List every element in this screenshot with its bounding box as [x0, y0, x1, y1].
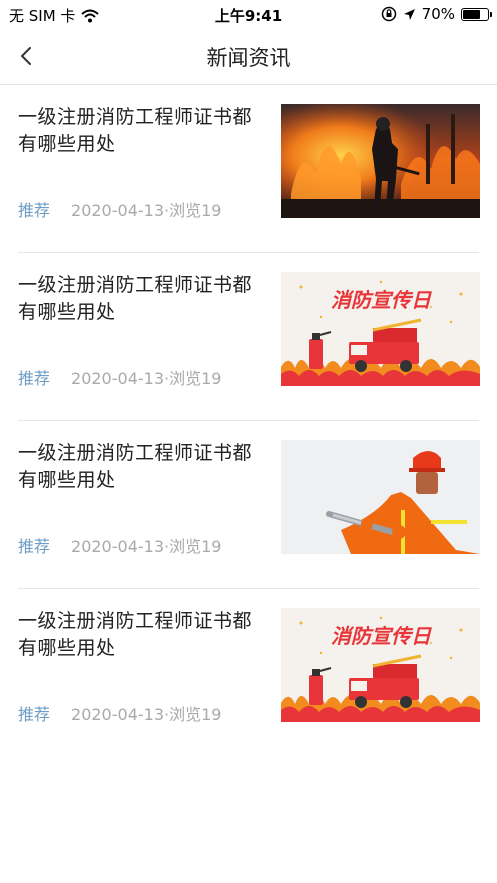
news-item[interactable]: 一级注册消防工程师证书都有哪些用处 推荐 2020-04-13·浏览19 消防宣…	[0, 253, 497, 421]
news-meta: 推荐 2020-04-13·浏览19	[18, 197, 221, 221]
news-title[interactable]: 一级注册消防工程师证书都有哪些用处	[18, 608, 268, 662]
status-right: 70%	[381, 5, 492, 23]
fire-safety-day-banner: 消防宣传日	[281, 608, 480, 722]
news-tag[interactable]: 推荐	[18, 701, 50, 725]
news-tag[interactable]: 推荐	[18, 533, 50, 557]
news-date-views: 2020-04-13·浏览19	[71, 369, 222, 388]
fire-safety-day-banner: 消防宣传日	[281, 272, 480, 386]
news-list: 一级注册消防工程师证书都有哪些用处 推荐 2020-04-13·浏览19 一级注…	[0, 85, 497, 757]
orientation-lock-icon	[381, 6, 396, 22]
firefighter-hose-photo	[281, 440, 480, 554]
news-title[interactable]: 一级注册消防工程师证书都有哪些用处	[18, 272, 268, 326]
news-meta: 推荐 2020-04-13·浏览19	[18, 701, 221, 725]
news-item[interactable]: 一级注册消防工程师证书都有哪些用处 推荐 2020-04-13·浏览19	[0, 421, 497, 589]
news-tag[interactable]: 推荐	[18, 197, 50, 221]
status-bar: 无 SIM 卡 上午9:41 70%	[0, 0, 497, 28]
nav-bar: 新闻资讯	[0, 28, 497, 85]
firefighter-flames-photo	[281, 104, 480, 218]
news-title[interactable]: 一级注册消防工程师证书都有哪些用处	[18, 440, 268, 494]
news-date-views: 2020-04-13·浏览19	[71, 537, 222, 556]
battery-percent: 70%	[421, 5, 455, 23]
banner-text: 消防宣传日	[331, 624, 432, 648]
news-thumbnail[interactable]: 消防宣传日	[281, 272, 480, 386]
news-item[interactable]: 一级注册消防工程师证书都有哪些用处 推荐 2020-04-13·浏览19	[0, 85, 497, 253]
news-thumbnail[interactable]: 消防宣传日	[281, 608, 480, 722]
news-title[interactable]: 一级注册消防工程师证书都有哪些用处	[18, 104, 268, 158]
news-date-views: 2020-04-13·浏览19	[71, 201, 222, 220]
battery-icon	[461, 7, 492, 21]
banner-text: 消防宣传日	[331, 288, 432, 312]
news-thumbnail[interactable]	[281, 104, 480, 218]
news-item[interactable]: 一级注册消防工程师证书都有哪些用处 推荐 2020-04-13·浏览19 消防宣…	[0, 589, 497, 757]
page-title: 新闻资讯	[206, 46, 291, 70]
news-meta: 推荐 2020-04-13·浏览19	[18, 533, 221, 557]
news-meta: 推荐 2020-04-13·浏览19	[18, 365, 221, 389]
news-thumbnail[interactable]	[281, 440, 480, 554]
news-tag[interactable]: 推荐	[18, 365, 50, 389]
news-date-views: 2020-04-13·浏览19	[71, 705, 222, 724]
battery-fill	[463, 9, 480, 19]
location-arrow-icon	[403, 8, 415, 20]
